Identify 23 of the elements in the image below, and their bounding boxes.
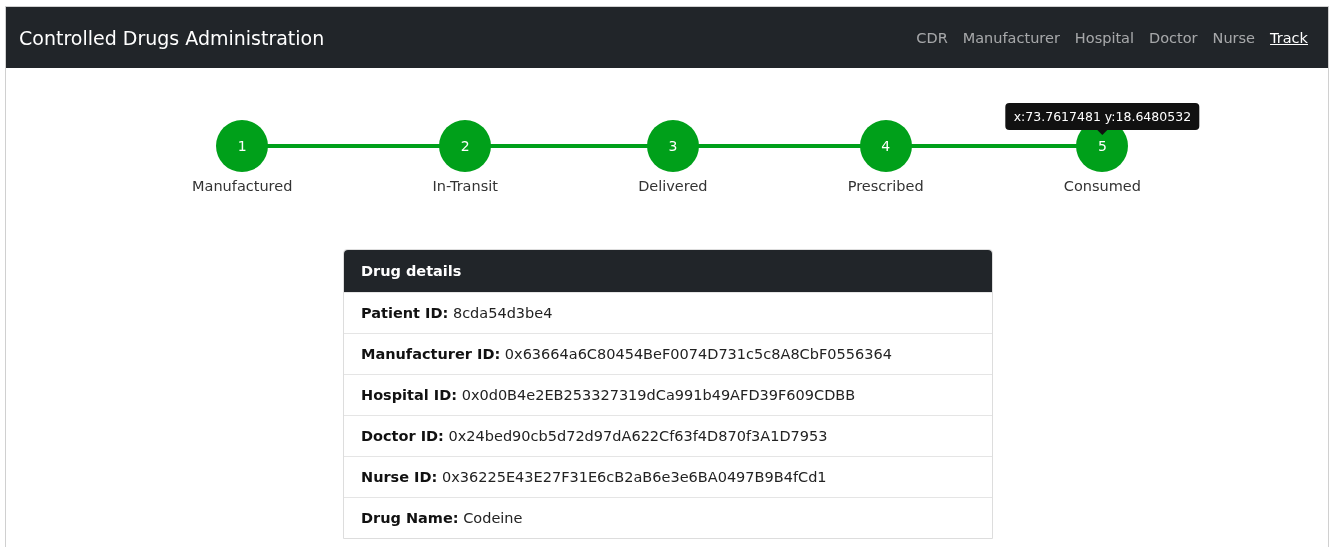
detail-text: Patient ID: 8cda54d3be4 xyxy=(361,305,553,321)
step-label: Delivered xyxy=(638,178,708,194)
step-circle: 1 xyxy=(216,120,269,172)
nav-link[interactable]: Hospital xyxy=(1074,29,1135,46)
detail-text: Nurse ID: 0x36225E43E27F31E6cB2aB6e3e6BA0497B9B4fCd1 xyxy=(361,469,827,485)
step-label: In-Transit xyxy=(432,178,498,194)
detail-text: Drug Name: Codeine xyxy=(361,510,523,526)
detail-text: Doctor ID: 0x24bed90cb5d72d97dA622Cf63f4D870f3A1D7953 xyxy=(361,428,828,444)
detail-text: Hospital ID: 0x0d0B4e2EB253327319dCa991b49AFD39F609CDBB xyxy=(361,387,856,403)
step-label: Prescribed xyxy=(847,178,924,194)
detail-text: Manufacturer ID: 0x63664a6C80454BeF0074D731c5c8A8CbF0556364 xyxy=(361,346,892,362)
step-circle: 4 xyxy=(859,120,912,172)
nav-link[interactable]: CDR xyxy=(916,29,948,46)
card-title: Drug details xyxy=(361,263,462,279)
nav-link[interactable]: Nurse xyxy=(1212,29,1256,46)
step-circle: 2 xyxy=(439,120,492,172)
step-label: Manufactured xyxy=(192,178,293,194)
nav-link[interactable]: Doctor xyxy=(1149,29,1198,46)
brand-title[interactable]: Controlled Drugs Administration xyxy=(19,26,325,49)
step-circle: 3 xyxy=(646,120,699,172)
step-label: Consumed xyxy=(1063,178,1141,194)
nav-link[interactable]: Track xyxy=(1270,29,1308,46)
nav-link[interactable]: Manufacturer xyxy=(962,29,1060,46)
